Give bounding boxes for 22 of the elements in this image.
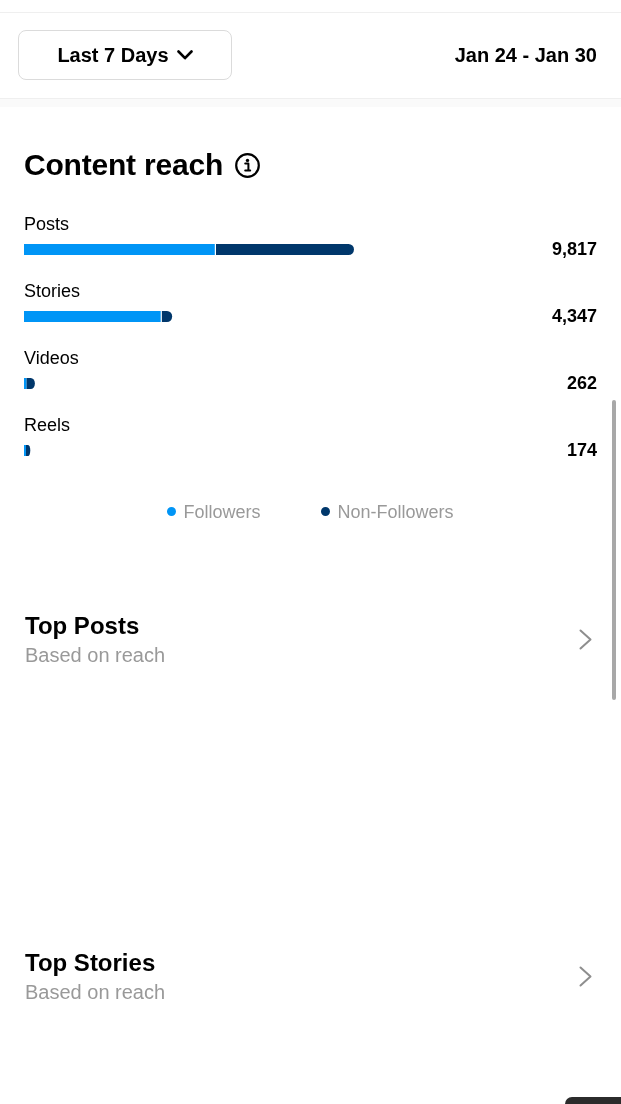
chevron-right-icon[interactable]	[579, 966, 592, 987]
section-subtitle: Based on reach	[25, 643, 166, 667]
category-label: Posts	[24, 213, 70, 235]
category-label: Reels	[24, 414, 71, 436]
photo-placeholder	[565, 1097, 621, 1104]
section-title[interactable]: Top Posts	[25, 612, 140, 640]
date-range-dropdown[interactable]: Last 7 Days	[18, 30, 232, 80]
category-label: Stories	[24, 280, 81, 302]
info-icon[interactable]	[235, 152, 261, 178]
reach-value: 262	[566, 372, 597, 394]
reach-value: 174	[566, 439, 597, 461]
section-heading: Content reach	[24, 147, 224, 183]
legend-label: Non-Followers	[337, 501, 454, 523]
reach-value: 4,347	[551, 305, 597, 327]
reach-value: 9,817	[551, 238, 597, 260]
section-subtitle: Based on reach	[25, 980, 166, 1004]
chevron-right-icon[interactable]	[579, 629, 592, 650]
legend-label: Followers	[183, 501, 261, 523]
date-range-text: Jan 24 - Jan 30	[454, 43, 597, 67]
category-label: Videos	[24, 347, 79, 369]
chevron-down-icon	[176, 50, 193, 60]
section-title[interactable]: Top Stories	[25, 949, 156, 977]
